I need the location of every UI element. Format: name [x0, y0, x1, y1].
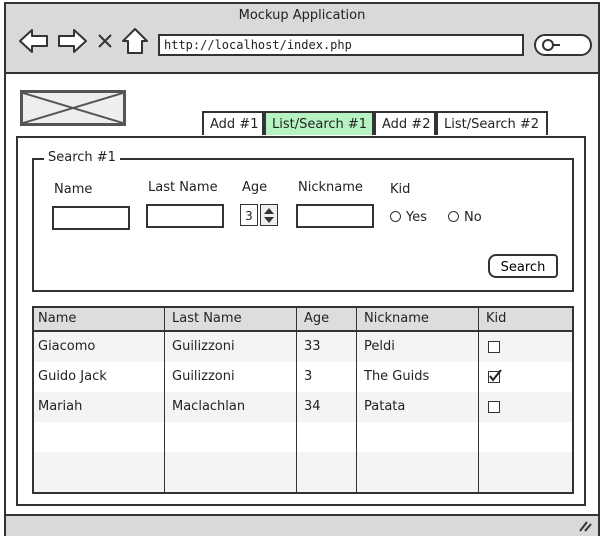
cell-last-name: Guilizzoni	[172, 339, 235, 354]
table-row[interactable]: Mariah Maclachlan 34 Patata	[34, 392, 572, 422]
column-divider	[164, 308, 165, 492]
radio-icon	[448, 211, 459, 222]
name-input[interactable]	[52, 206, 130, 230]
age-value[interactable]: 3	[240, 204, 258, 226]
browser-search-field[interactable]	[534, 34, 592, 56]
url-input[interactable]: http://localhost/index.php	[158, 34, 524, 56]
stepper-arrows-icon[interactable]	[260, 204, 278, 226]
nickname-label: Nickname	[298, 180, 363, 195]
browser-toolbar: Mockup Application http://localhost/inde…	[6, 4, 598, 74]
table-row[interactable]: Guido Jack Guilizzoni 3 The Guids	[34, 362, 572, 392]
column-header-name[interactable]: Name	[38, 308, 76, 330]
column-divider	[356, 308, 357, 492]
kid-checkbox-unchecked[interactable]	[488, 341, 500, 353]
cell-nickname: Patata	[364, 399, 406, 414]
age-label: Age	[242, 180, 268, 195]
kid-checkbox-unchecked[interactable]	[488, 401, 500, 413]
cell-name: Guido Jack	[38, 369, 107, 384]
resize-grip-icon[interactable]	[578, 520, 592, 532]
column-header-nickname[interactable]: Nickname	[364, 308, 429, 330]
radio-icon	[390, 211, 401, 222]
tab-add-2[interactable]: Add #2	[374, 111, 436, 135]
name-label: Name	[54, 182, 93, 197]
home-icon[interactable]	[120, 26, 150, 56]
search-icon	[542, 39, 560, 51]
column-header-last-name[interactable]: Last Name	[172, 308, 242, 330]
cell-name: Mariah	[38, 399, 83, 414]
column-divider	[478, 308, 479, 492]
tab-list-search-2[interactable]: List/Search #2	[436, 111, 548, 135]
table-header: Name Last Name Age Nickname Kid	[34, 308, 572, 332]
close-icon[interactable]	[94, 26, 116, 56]
age-stepper[interactable]: 3	[240, 204, 280, 226]
app-window: Mockup Application http://localhost/inde…	[4, 2, 600, 536]
cell-age: 34	[304, 399, 321, 414]
kid-no-radio[interactable]: No	[448, 210, 482, 225]
status-bar	[6, 514, 598, 536]
kid-label: Kid	[390, 182, 411, 197]
search-legend: Search #1	[44, 150, 120, 165]
search-button[interactable]: Search	[488, 254, 558, 278]
cell-nickname: The Guids	[364, 369, 430, 384]
kid-yes-radio[interactable]: Yes	[390, 210, 427, 225]
cell-last-name: Maclachlan	[172, 399, 246, 414]
logo-image-placeholder	[20, 90, 126, 126]
cell-nickname: Peldi	[364, 339, 395, 354]
cell-name: Giacomo	[38, 339, 96, 354]
tab-add-1[interactable]: Add #1	[202, 111, 264, 135]
column-header-age[interactable]: Age	[304, 308, 329, 330]
column-header-kid[interactable]: Kid	[486, 308, 506, 330]
window-title: Mockup Application	[238, 8, 366, 23]
tab-content-panel: Search #1 Name Last Name Age Nickname Ki…	[16, 136, 586, 506]
nickname-input[interactable]	[296, 204, 374, 228]
table-row-empty	[34, 422, 572, 452]
results-table: Name Last Name Age Nickname Kid Giacomo …	[32, 306, 574, 494]
checkmark-icon	[489, 369, 502, 382]
kid-no-label: No	[464, 210, 482, 225]
last-name-input[interactable]	[146, 204, 224, 228]
cell-last-name: Guilizzoni	[172, 369, 235, 384]
table-row-empty	[34, 452, 572, 492]
last-name-label: Last Name	[148, 180, 218, 195]
tab-list-search-1[interactable]: List/Search #1	[264, 111, 374, 135]
column-divider	[296, 308, 297, 492]
table-row[interactable]: Giacomo Guilizzoni 33 Peldi	[34, 332, 572, 362]
back-arrow-icon[interactable]	[18, 26, 50, 56]
kid-yes-label: Yes	[406, 210, 427, 225]
search-fieldset: Search #1 Name Last Name Age Nickname Ki…	[32, 150, 574, 292]
cell-age: 3	[304, 369, 313, 384]
cell-age: 33	[304, 339, 321, 354]
kid-checkbox-checked[interactable]	[488, 369, 502, 383]
forward-arrow-icon[interactable]	[56, 26, 88, 56]
